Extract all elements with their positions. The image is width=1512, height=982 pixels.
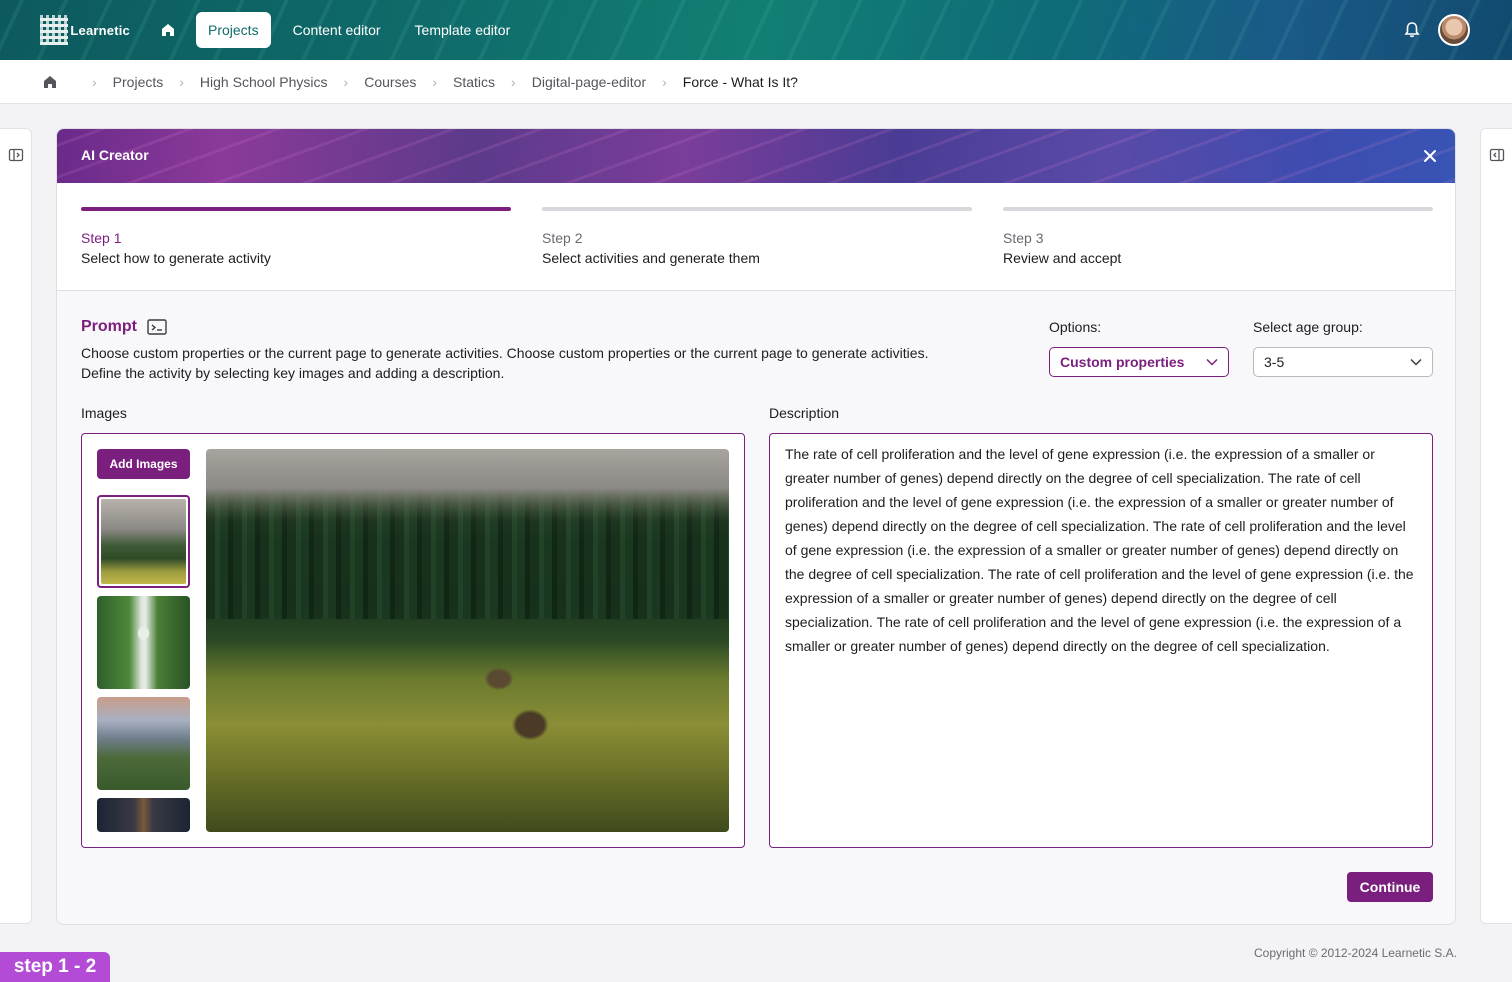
prompt-line-1: Choose custom properties or the current …	[81, 345, 929, 361]
forest-image	[97, 798, 190, 832]
prompt-instructions: Choose custom properties or the current …	[81, 343, 1011, 383]
copyright-text: Copyright © 2012-2024 Learnetic S.A.	[1254, 946, 1457, 960]
breadcrumb-current-page: Force - What Is It?	[682, 73, 798, 90]
age-group-label: Select age group:	[1253, 319, 1363, 335]
expand-right-panel-icon[interactable]	[1489, 147, 1505, 163]
step-3-description: Review and accept	[1003, 250, 1122, 266]
modal-header: AI Creator	[57, 129, 1455, 183]
close-icon[interactable]	[1421, 147, 1439, 165]
breadcrumb-separator: ›	[92, 73, 97, 90]
breadcrumb-item-high-school-physics[interactable]: High School Physics	[200, 74, 328, 90]
left-side-panel	[0, 128, 32, 924]
breadcrumb: › Projects › High School Physics › Cours…	[0, 60, 1512, 104]
step-3-number: Step 3	[1003, 230, 1044, 246]
image-thumbnail[interactable]	[97, 798, 190, 832]
images-panel: Add Images	[81, 433, 745, 848]
learnetic-logo[interactable]: Learnetic	[40, 14, 130, 46]
breadcrumb-item-statics[interactable]: Statics	[453, 74, 495, 90]
valley-image	[97, 697, 190, 790]
breadcrumb-separator: ›	[511, 73, 516, 90]
step-1-progress-bar	[81, 207, 511, 211]
home-nav-button[interactable]	[150, 12, 186, 48]
expand-left-panel-icon[interactable]	[8, 147, 24, 163]
user-avatar[interactable]	[1438, 14, 1470, 46]
step-2-progress-bar	[542, 207, 972, 211]
step-2: Step 2 Select activities and generate th…	[542, 207, 972, 266]
step-2-description: Select activities and generate them	[542, 250, 760, 266]
breadcrumb-separator: ›	[662, 73, 667, 90]
main-nav: Projects Content editor Template editor	[150, 12, 522, 48]
forest-background	[206, 489, 729, 619]
description-textarea[interactable]: The rate of cell proliferation and the l…	[769, 433, 1433, 848]
modal-title: AI Creator	[81, 147, 149, 163]
nav-tab-projects[interactable]: Projects	[196, 12, 271, 48]
selected-image-preview	[206, 449, 729, 832]
images-label: Images	[81, 405, 127, 421]
step-1: Step 1 Select how to generate activity	[81, 207, 511, 266]
step-1-description: Select how to generate activity	[81, 250, 271, 266]
nav-tab-template-editor[interactable]: Template editor	[403, 12, 523, 48]
image-thumbnail[interactable]	[97, 596, 190, 689]
breadcrumb-home-icon[interactable]	[42, 74, 58, 90]
prompt-line-2: Define the activity by selecting key ima…	[81, 365, 505, 381]
prompt-heading: Prompt	[81, 318, 167, 336]
step-annotation-tag: step 1 - 2	[0, 952, 110, 982]
prompt-title: Prompt	[81, 318, 137, 335]
step-1-number: Step 1	[81, 230, 122, 246]
add-images-button[interactable]: Add Images	[97, 449, 190, 479]
options-select[interactable]: Custom properties	[1049, 347, 1229, 377]
age-group-selected-value: 3-5	[1264, 354, 1285, 370]
notifications-bell-icon[interactable]	[1402, 20, 1422, 40]
breadcrumb-item-courses[interactable]: Courses	[364, 74, 416, 90]
top-navigation-bar: Learnetic Projects Content editor Templa…	[0, 0, 1512, 60]
chevron-down-icon	[1206, 358, 1218, 366]
logo-text: Learnetic	[70, 22, 130, 38]
image-thumbnail-selected[interactable]	[97, 495, 190, 588]
breadcrumb-separator: ›	[343, 73, 349, 90]
options-label: Options:	[1049, 319, 1102, 335]
breadcrumb-separator: ›	[432, 73, 438, 90]
breadcrumb-item-digital-page-editor[interactable]: Digital-page-editor	[532, 74, 646, 90]
right-side-panel	[1480, 128, 1512, 924]
ai-creator-modal: AI Creator Step 1 Select how to generate…	[56, 128, 1456, 925]
stepper: Step 1 Select how to generate activity S…	[57, 183, 1455, 291]
mountain-image	[101, 499, 186, 584]
step-3: Step 3 Review and accept	[1003, 207, 1433, 266]
chevron-down-icon	[1410, 358, 1422, 366]
image-thumbnail[interactable]	[97, 697, 190, 790]
waterfall-image	[97, 596, 190, 689]
step-3-progress-bar	[1003, 207, 1433, 211]
logo-mark-icon	[40, 15, 69, 45]
options-selected-value: Custom properties	[1060, 354, 1185, 370]
description-label: Description	[769, 405, 840, 421]
home-icon	[162, 24, 174, 36]
terminal-icon[interactable]	[147, 319, 167, 335]
breadcrumb-item-projects[interactable]: Projects	[113, 74, 164, 90]
breadcrumb-separator: ›	[179, 73, 184, 90]
step-2-number: Step 2	[542, 230, 583, 246]
age-group-select[interactable]: 3-5	[1253, 347, 1433, 377]
continue-button[interactable]: Continue	[1347, 872, 1433, 902]
nav-tab-content-editor[interactable]: Content editor	[281, 12, 393, 48]
